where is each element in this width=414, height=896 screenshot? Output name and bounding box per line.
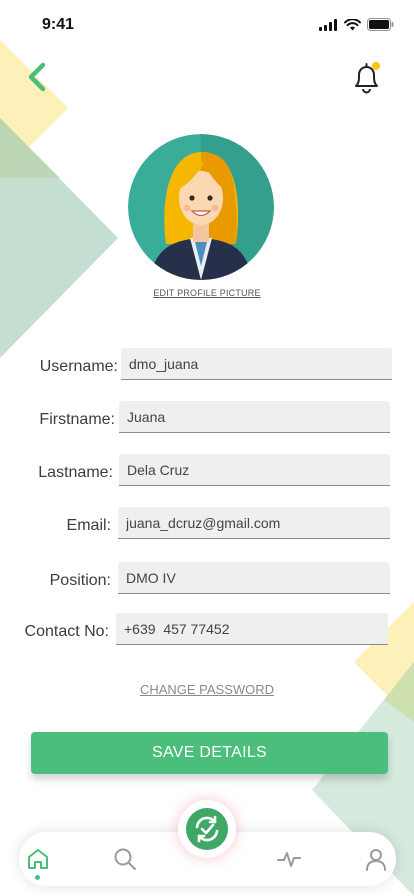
nav-activity[interactable] xyxy=(276,846,302,872)
bell-icon xyxy=(355,62,380,94)
status-icons xyxy=(319,18,394,31)
profile-avatar[interactable] xyxy=(128,134,274,280)
email-label: Email: xyxy=(66,517,111,534)
position-input[interactable] xyxy=(118,562,390,594)
activity-icon xyxy=(277,852,301,867)
save-details-button[interactable]: SAVE DETAILS xyxy=(31,732,388,774)
contact-input[interactable] xyxy=(116,613,388,645)
battery-icon xyxy=(367,18,394,31)
change-password-link[interactable]: CHANGE PASSWORD xyxy=(0,682,414,697)
user-icon xyxy=(366,849,386,871)
position-label: Position: xyxy=(49,572,111,589)
username-input[interactable] xyxy=(121,348,392,380)
firstname-input[interactable] xyxy=(119,401,390,433)
home-icon xyxy=(28,849,48,869)
back-button[interactable] xyxy=(24,60,54,92)
wifi-icon xyxy=(344,18,361,30)
nav-profile[interactable] xyxy=(363,846,389,872)
lastname-label: Lastname: xyxy=(38,464,113,481)
search-icon xyxy=(114,848,136,870)
avatar-illustration xyxy=(128,134,274,280)
contact-label: Contact No: xyxy=(24,623,109,640)
email-input[interactable] xyxy=(118,507,390,539)
lastname-input[interactable] xyxy=(119,454,390,486)
username-label: Username: xyxy=(39,358,118,375)
status-time: 9:41 xyxy=(42,16,75,33)
edit-profile-picture-link[interactable]: EDIT PROFILE PICTURE xyxy=(0,288,414,298)
status-bar: 9:41 xyxy=(0,0,414,48)
sync-check-icon xyxy=(195,815,219,843)
notification-dot xyxy=(372,62,380,70)
chevron-left-icon xyxy=(28,62,46,92)
nav-search[interactable] xyxy=(112,846,138,872)
nav-active-indicator xyxy=(35,875,40,880)
notifications-button[interactable] xyxy=(350,60,384,94)
firstname-label: Firstname: xyxy=(39,411,115,428)
nav-home[interactable] xyxy=(25,846,51,872)
cellular-signal-icon xyxy=(319,18,337,31)
sync-fab-button[interactable] xyxy=(186,808,228,850)
